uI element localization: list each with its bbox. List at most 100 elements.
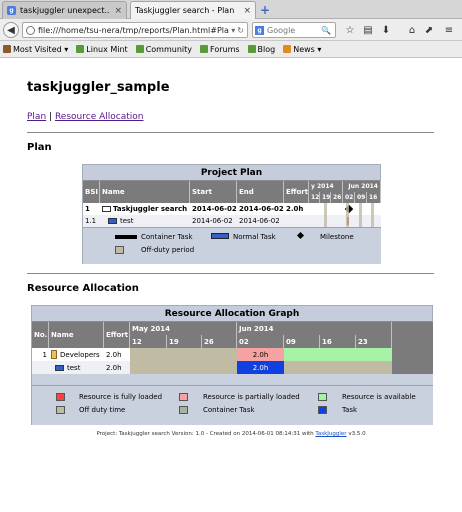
offduty-stripe [371, 203, 374, 227]
plan-legend: Container Task Normal Task Milestone Off… [83, 227, 381, 264]
resource-allocation-title: Resource Allocation Graph [32, 306, 432, 322]
offduty-stripe [346, 203, 349, 227]
col-effort: Effort [284, 181, 309, 203]
day-header: 19 [320, 192, 331, 203]
reload-icon[interactable]: ↻ [237, 26, 244, 35]
offduty-cell [284, 361, 392, 374]
divider [27, 132, 434, 133]
col-no: No. [32, 322, 49, 348]
normal-task-icon [108, 218, 117, 224]
chart-filler [392, 322, 433, 374]
legend-label: Resource is available [342, 393, 416, 401]
google-search-engine-icon[interactable]: g [255, 25, 264, 35]
footer-version: v3.5.0 [348, 431, 366, 437]
month-may: y 2014 [309, 181, 343, 192]
google-favicon-icon: g [7, 6, 16, 15]
page-title: taskjuggler_sample [27, 80, 170, 95]
offduty-swatch [115, 246, 124, 254]
linux-mint-icon [200, 45, 209, 53]
bookmarks-toolbar: Most Visited ▾ Linux Mint Community Foru… [0, 41, 462, 58]
partially-loaded-cell: 2.0h [237, 348, 284, 361]
bookmark-most-visited[interactable]: Most Visited ▾ [3, 45, 68, 54]
available-cell [284, 348, 392, 361]
tab-taskjuggler-search-plan[interactable]: Taskjuggler search - Plan × [130, 1, 256, 19]
day-header: 09 [355, 192, 367, 203]
legend-label: Resource is partially loaded [203, 393, 300, 401]
row-name: test [49, 361, 104, 374]
close-tab-icon[interactable]: × [243, 6, 251, 16]
legend-label: Milestone [320, 233, 354, 241]
bookmark-community[interactable]: Community [135, 45, 192, 54]
search-input[interactable] [267, 25, 321, 35]
normal-task-swatch [211, 233, 229, 239]
partially-loaded-swatch [179, 393, 188, 401]
row-name: test [100, 215, 190, 227]
url-bar[interactable]: file:///home/tsu-nera/tmp/reports/Plan.h… [22, 22, 248, 38]
home-icon[interactable]: ⌂ [405, 23, 419, 37]
day-header: 12 [130, 335, 167, 348]
col-name: Name [100, 181, 190, 203]
row-effort: 2.0h [104, 361, 130, 374]
bookmarks-menu-icon[interactable]: ▤ [361, 23, 375, 37]
row-bsi: 1.1 [83, 215, 100, 227]
day-header: 09 [284, 335, 320, 348]
offduty-cell [130, 361, 237, 374]
linux-mint-icon [135, 45, 144, 53]
bookmark-news[interactable]: News ▾ [283, 45, 321, 54]
search-bar[interactable]: g 🔍 [252, 22, 336, 38]
page-footer: Project: Taskjuggler search Version: 1.0… [0, 431, 462, 437]
day-header: 12 [309, 192, 320, 203]
resource-allocation-heading: Resource Allocation [27, 283, 139, 294]
day-header: 26 [202, 335, 237, 348]
share-icon[interactable]: ⬈ [422, 23, 436, 37]
day-header: 26 [331, 192, 343, 203]
row-name: Taskjuggler search [100, 203, 190, 215]
menu-icon[interactable]: ≡ [442, 23, 456, 37]
bookmark-blog[interactable]: Blog [247, 45, 275, 54]
new-tab-icon[interactable]: + [258, 3, 272, 17]
col-bsi: BSI [83, 181, 100, 203]
resource-name: test [67, 363, 81, 372]
bookmark-label: Forums [210, 44, 240, 54]
folder-icon [3, 45, 11, 53]
bookmark-star-icon[interactable]: ☆ [343, 23, 357, 37]
offduty-stripe [359, 203, 362, 227]
navigation-toolbar: ◀ file:///home/tsu-nera/tmp/reports/Plan… [0, 19, 462, 41]
downloads-icon[interactable]: ⬇ [379, 23, 393, 37]
container-task-swatch [179, 406, 188, 414]
bookmark-forums[interactable]: Forums [200, 45, 240, 54]
fully-loaded-swatch [56, 393, 65, 401]
close-tab-icon[interactable]: × [114, 6, 122, 16]
link-resource-allocation[interactable]: Resource Allocation [55, 112, 144, 122]
resource-allocation-panel: Resource Allocation Graph No. Name Effor… [31, 305, 433, 425]
day-header: 23 [356, 335, 392, 348]
page-content: taskjuggler_sample Plan | Resource Alloc… [0, 58, 462, 512]
bookmark-label: News [293, 44, 315, 54]
legend-label: Off-duty period [141, 246, 195, 254]
container-task-icon [102, 206, 111, 212]
rss-feed-icon [283, 45, 292, 53]
row-start: 2014-06-02 [190, 203, 237, 215]
search-icon[interactable]: 🔍 [321, 26, 331, 35]
row-effort: 2.0h [104, 348, 130, 361]
tab-taskjuggler-unexpected[interactable]: g taskjuggler unexpect... × [2, 1, 127, 19]
available-swatch [318, 393, 327, 401]
day-header: 02 [343, 192, 355, 203]
linux-mint-icon [76, 45, 85, 53]
offduty-stripe [324, 203, 327, 227]
offduty-cell [130, 348, 237, 361]
divider [27, 273, 434, 274]
bookmark-linux-mint[interactable]: Linux Mint [76, 45, 128, 54]
row-no [32, 361, 49, 374]
back-arrow-icon[interactable]: ◀ [3, 22, 19, 38]
link-plan[interactable]: Plan [27, 112, 46, 122]
group-icon [51, 350, 57, 359]
task-icon [55, 364, 64, 371]
col-start: Start [190, 181, 237, 203]
plan-heading: Plan [27, 142, 52, 153]
offduty-swatch [56, 406, 65, 414]
dropdown-arrow-icon[interactable]: ▾ [231, 26, 235, 35]
task-name: Taskjuggler search [113, 205, 188, 213]
taskjuggler-link[interactable]: TaskJuggler [315, 431, 346, 437]
footer-text: Project: Taskjuggler search Version: 1.0… [96, 431, 314, 437]
